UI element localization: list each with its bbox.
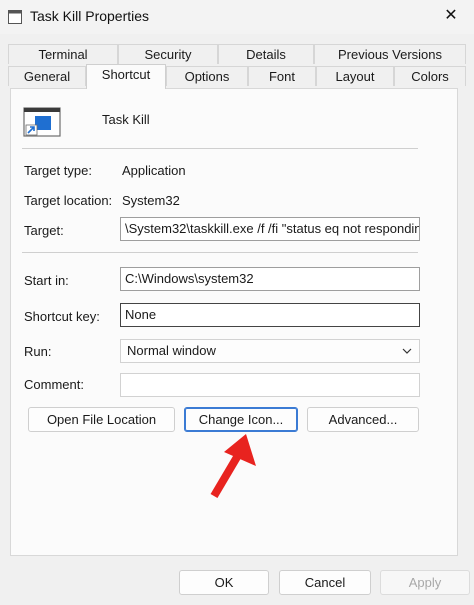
- red-arrow-icon: [210, 434, 256, 499]
- tab-security[interactable]: Security: [118, 44, 218, 64]
- tab-options[interactable]: Options: [166, 66, 248, 86]
- tab-terminal[interactable]: Terminal: [8, 44, 118, 64]
- close-icon[interactable]: ✕: [438, 4, 464, 28]
- ok-button[interactable]: OK: [179, 570, 269, 595]
- target-label: Target:: [24, 223, 64, 238]
- cancel-button[interactable]: Cancel: [279, 570, 371, 595]
- comment-input[interactable]: [120, 373, 420, 397]
- divider: [22, 252, 418, 253]
- tab-previous-versions[interactable]: Previous Versions: [314, 44, 466, 64]
- shortcut-app-icon: [23, 107, 61, 137]
- run-select[interactable]: Normal window: [120, 339, 420, 363]
- open-file-location-button[interactable]: Open File Location: [28, 407, 175, 432]
- divider: [22, 148, 418, 149]
- tab-shortcut[interactable]: Shortcut: [86, 64, 166, 89]
- title-bar: Task Kill Properties ✕: [0, 0, 474, 34]
- tab-colors[interactable]: Colors: [394, 66, 466, 86]
- run-select-value: Normal window: [127, 343, 216, 358]
- start-in-input[interactable]: C:\Windows\system32: [120, 267, 420, 291]
- comment-label: Comment:: [24, 377, 84, 392]
- shortcut-name: Task Kill: [102, 112, 150, 127]
- target-type-label: Target type:: [24, 163, 92, 178]
- target-type-value: Application: [122, 163, 186, 178]
- tab-general[interactable]: General: [8, 66, 86, 86]
- apply-button[interactable]: Apply: [380, 570, 470, 595]
- window-title: Task Kill Properties: [30, 8, 150, 24]
- shortcut-key-label: Shortcut key:: [24, 309, 100, 324]
- start-in-label: Start in:: [24, 273, 69, 288]
- chevron-down-icon: [402, 348, 412, 354]
- shortcut-key-input[interactable]: None: [120, 303, 420, 327]
- advanced-button[interactable]: Advanced...: [307, 407, 419, 432]
- change-icon-button[interactable]: Change Icon...: [184, 407, 298, 432]
- run-label: Run:: [24, 344, 52, 359]
- target-input[interactable]: \System32\taskkill.exe /f /fi "status eq…: [120, 217, 420, 241]
- app-icon: [8, 10, 22, 24]
- target-location-label: Target location:: [24, 193, 113, 208]
- tab-details[interactable]: Details: [218, 44, 314, 64]
- tab-font[interactable]: Font: [248, 66, 316, 86]
- tab-layout[interactable]: Layout: [316, 66, 394, 86]
- target-location-value: System32: [122, 193, 180, 208]
